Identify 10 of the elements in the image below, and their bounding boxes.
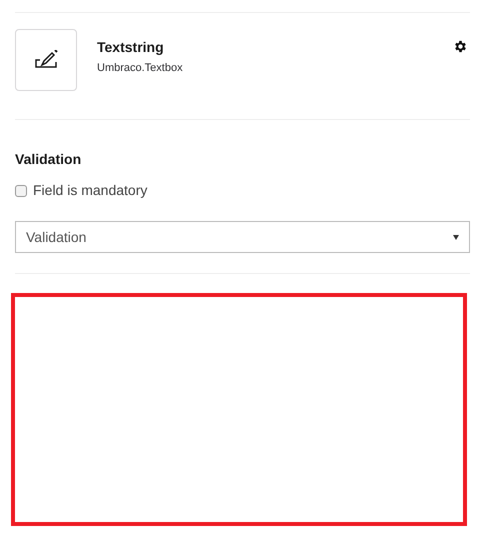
settings-icon[interactable]: [453, 39, 468, 54]
property-title: Textstring: [97, 38, 165, 56]
section-heading: Validation: [15, 150, 82, 168]
checkbox[interactable]: [15, 184, 27, 196]
pencil-edit-icon: [34, 50, 58, 70]
property-editor-alias: Umbraco.Textbox: [97, 61, 183, 75]
editor-icon-tile[interactable]: [15, 29, 77, 91]
caret-icon: [453, 234, 459, 240]
validation-select[interactable]: Validation: [15, 221, 470, 253]
checkbox-label: Field is mandatory: [33, 181, 148, 200]
